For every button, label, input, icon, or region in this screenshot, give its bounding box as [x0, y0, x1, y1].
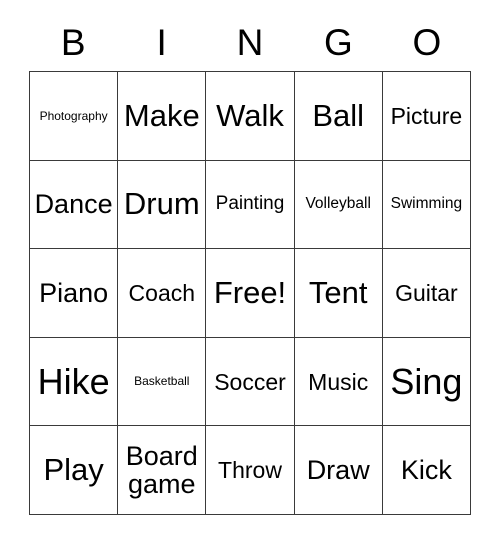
header-letter-b: B — [60, 22, 86, 63]
bingo-cell-label: Photography — [39, 108, 108, 123]
bingo-cell[interactable]: Throw — [206, 426, 295, 515]
bingo-cell-label: Walk — [216, 97, 284, 133]
bingo-cell[interactable]: Basketball — [118, 337, 207, 427]
header-letter-o: O — [412, 22, 442, 63]
bingo-grid: Photography Make Walk Ball Picture Dance… — [29, 71, 471, 515]
bingo-header: B I N G O — [29, 14, 471, 71]
bingo-cell-label: Throw — [218, 457, 282, 484]
bingo-cell[interactable]: Picture — [382, 72, 471, 161]
bingo-cell-label: Volleyball — [305, 195, 371, 213]
bingo-cell-label: Make — [123, 97, 200, 133]
bingo-cell[interactable]: Kick — [382, 426, 471, 515]
bingo-cell-label: Dance — [34, 189, 113, 220]
bingo-cell[interactable]: Swimming — [382, 160, 471, 250]
bingo-cell[interactable]: Photography — [30, 72, 119, 161]
bingo-cell[interactable]: Board game — [118, 426, 207, 515]
header-letter-i: I — [156, 22, 167, 63]
bingo-cell[interactable]: Sing — [382, 337, 471, 427]
bingo-cell[interactable]: Walk — [206, 72, 295, 161]
bingo-cell-label: Kick — [400, 455, 452, 486]
bingo-cell-label: Basketball — [134, 374, 190, 389]
bingo-cell[interactable]: Hike — [30, 337, 119, 427]
bingo-cell[interactable]: Soccer — [206, 337, 295, 427]
bingo-cell[interactable]: Piano — [30, 249, 119, 338]
header-letter-g: G — [324, 22, 353, 63]
bingo-cell[interactable]: Painting — [206, 160, 295, 250]
bingo-cell[interactable]: Draw — [294, 426, 383, 515]
bingo-cell[interactable]: Guitar — [382, 249, 471, 338]
bingo-cell[interactable]: Dance — [30, 160, 119, 250]
bingo-cell-label: Board game — [125, 440, 198, 500]
bingo-cell-label: Swimming — [390, 195, 463, 213]
bingo-cell[interactable]: Coach — [118, 249, 207, 338]
bingo-cell[interactable]: Drum — [118, 160, 207, 250]
bingo-cell-label: Picture — [390, 102, 463, 129]
bingo-card: B I N G O Photography Make Walk Ball Pic… — [0, 0, 500, 544]
bingo-cell-label: Coach — [128, 279, 196, 306]
bingo-cell-label: Drum — [123, 186, 200, 222]
bingo-cell[interactable]: Play — [30, 426, 119, 515]
bingo-cell[interactable]: Make — [118, 72, 207, 161]
bingo-cell[interactable]: Music — [294, 337, 383, 427]
bingo-cell[interactable]: Ball — [294, 72, 383, 161]
bingo-cell-label: Hike — [37, 360, 110, 402]
bingo-cell-label: Music — [308, 368, 369, 395]
bingo-cell[interactable]: Tent — [294, 249, 383, 338]
bingo-cell[interactable]: Volleyball — [294, 160, 383, 250]
bingo-cell-label: Play — [43, 451, 104, 487]
bingo-cell-free[interactable]: Free! — [206, 249, 295, 338]
bingo-cell-label: Soccer — [214, 368, 286, 395]
bingo-cell-label: Draw — [306, 455, 370, 486]
bingo-cell-label: Guitar — [395, 279, 458, 306]
header-letter-n: N — [236, 22, 264, 63]
bingo-cell-label: Sing — [390, 360, 463, 402]
bingo-cell-label: Free! — [213, 274, 287, 310]
bingo-cell-label: Ball — [312, 97, 365, 133]
bingo-cell-label: Piano — [39, 277, 109, 308]
bingo-cell-label: Painting — [215, 193, 285, 215]
bingo-cell-label: Tent — [308, 274, 368, 310]
